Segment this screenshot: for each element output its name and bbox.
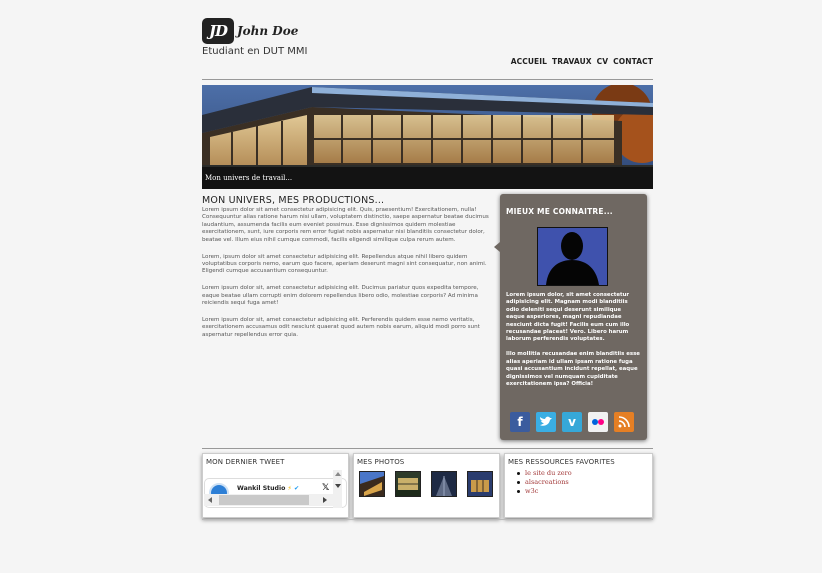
about-text: Lorem ipsum dolor, sit amet consectetur …: [506, 292, 640, 396]
vertical-scrollbar[interactable]: [333, 470, 342, 508]
banner-caption: Mon univers de travail...: [202, 167, 653, 189]
tweet-box: MON DERNIER TWEET Wankil Studio ⚡ ✔ 𝕏: [202, 453, 349, 518]
main-paragraph: Lorem ipsum dolor sit, amet consectetur …: [202, 316, 480, 338]
resource-link[interactable]: le site du zero: [525, 469, 572, 477]
header-divider: [202, 79, 653, 80]
main-nav: ACCUEIL TRAVAUX CV CONTACT: [511, 57, 653, 66]
logo-name: John Doe: [237, 24, 299, 38]
main-paragraph: Lorem ipsum dolor sit amet consectetur a…: [202, 207, 489, 243]
twitter-icon[interactable]: [536, 412, 556, 432]
social-links: f v: [510, 412, 634, 432]
resources-box: MES RESSOURCES FAVORITES le site du zero…: [504, 453, 653, 518]
tweet-author[interactable]: Wankil Studio ⚡ ✔: [237, 485, 299, 492]
main-paragraph: Lorem ipsum dolor sit, amet consectetur …: [202, 285, 479, 307]
about-paragraph: Illo mollitia recusandae enim blanditiis…: [506, 351, 640, 387]
facebook-icon[interactable]: f: [510, 412, 530, 432]
list-item: alsacreations: [517, 478, 572, 487]
scrollbar-thumb[interactable]: [219, 495, 309, 505]
photo-thumbnail[interactable]: [467, 471, 493, 497]
resources-list: le site du zero alsacreations w3c: [517, 469, 572, 496]
hero-banner: Mon univers de travail...: [202, 85, 653, 189]
nav-item-cv[interactable]: CV: [597, 57, 609, 66]
nav-item-accueil[interactable]: ACCUEIL: [511, 57, 547, 66]
verified-badge-icon: ⚡: [287, 485, 292, 492]
site-subtitle: Etudiant en DUT MMI: [202, 46, 308, 57]
scroll-down-arrow-icon[interactable]: [335, 484, 341, 488]
tweet-box-title: MON DERNIER TWEET: [206, 458, 285, 466]
resource-link[interactable]: w3c: [525, 487, 538, 495]
about-paragraph: Lorem ipsum dolor, sit amet consectetur …: [506, 292, 630, 343]
photo-thumbnail[interactable]: [395, 471, 421, 497]
list-item: w3c: [517, 487, 572, 496]
photo-thumbnail[interactable]: [431, 471, 457, 497]
scroll-left-arrow-icon[interactable]: [208, 497, 212, 503]
scroll-up-arrow-icon[interactable]: [335, 472, 341, 476]
logo-badge: JD: [202, 18, 234, 44]
verified-check-icon: ✔: [294, 485, 300, 492]
photos-box: MES PHOTOS: [353, 453, 500, 518]
main-title: MON UNIVERS, MES PRODUCTIONS...: [202, 195, 385, 206]
resource-link[interactable]: alsacreations: [525, 478, 569, 486]
resources-box-title: MES RESSOURCES FAVORITES: [508, 458, 615, 466]
photos-box-title: MES PHOTOS: [357, 458, 405, 466]
about-card: MIEUX ME CONNAITRE... Lorem ipsum dolor,…: [494, 194, 647, 440]
page-container: JD John Doe Etudiant en DUT MMI ACCUEIL …: [202, 0, 653, 573]
scroll-right-arrow-icon[interactable]: [323, 497, 327, 503]
footer-bottom-line: [202, 519, 653, 520]
footer-divider: [202, 448, 653, 449]
avatar: [537, 227, 608, 286]
list-item: le site du zero: [517, 469, 572, 478]
nav-item-travaux[interactable]: TRAVAUX: [552, 57, 592, 66]
flickr-icon[interactable]: [588, 412, 608, 432]
about-title: MIEUX ME CONNAITRE...: [506, 207, 613, 216]
main-paragraph: Lorem, ipsum dolor sit amet consectetur …: [202, 253, 487, 275]
tweet-author-name: Wankil Studio: [237, 485, 286, 492]
photo-thumbnail[interactable]: [359, 471, 385, 497]
nav-item-contact[interactable]: CONTACT: [613, 57, 653, 66]
rss-icon[interactable]: [614, 412, 634, 432]
site-logo[interactable]: JD John Doe: [202, 18, 298, 44]
main-text: Lorem ipsum dolor sit amet consectetur a…: [202, 207, 492, 349]
card-pointer: [494, 242, 500, 252]
x-logo-icon[interactable]: 𝕏: [322, 483, 329, 493]
silhouette-icon: [538, 228, 607, 285]
vimeo-icon[interactable]: v: [562, 412, 582, 432]
photo-gallery: [359, 471, 493, 497]
horizontal-scrollbar[interactable]: [204, 494, 333, 506]
